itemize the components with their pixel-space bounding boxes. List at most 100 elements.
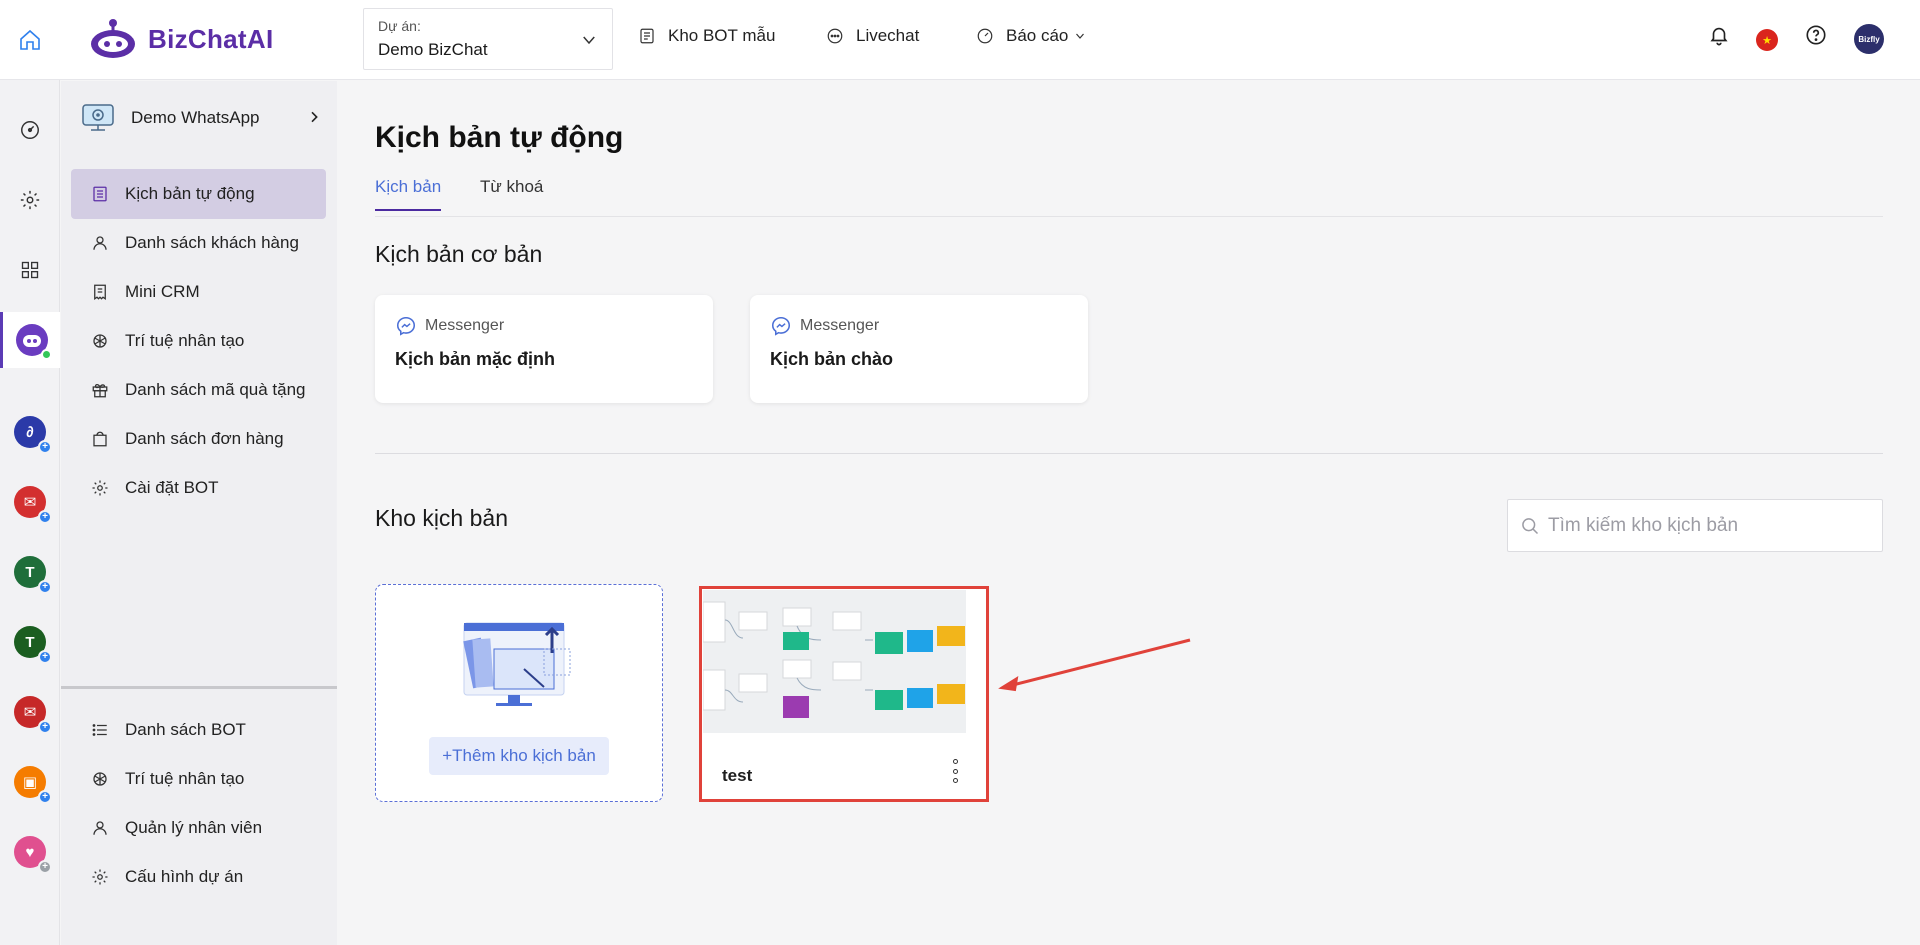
sidebar-item-gift-codes[interactable]: Danh sách mã quà tặng xyxy=(71,365,326,415)
library-script-card[interactable]: test xyxy=(699,586,989,802)
sidebar-item-label: Cài đặt BOT xyxy=(125,478,219,497)
project-selector[interactable]: Dự án: Demo BizChat xyxy=(363,8,613,70)
sidebar-item-label: Danh sách đơn hàng xyxy=(125,429,284,448)
avatar: Bizfly xyxy=(1854,24,1884,54)
language-selector[interactable]: ★ xyxy=(1756,29,1778,51)
home-button[interactable] xyxy=(0,0,60,80)
rail-app-2-button[interactable]: ✉ + xyxy=(0,480,60,524)
mail-app-icon: ✉ + xyxy=(14,696,52,734)
shop-app-icon: ▣ + xyxy=(14,766,52,804)
ai-icon xyxy=(93,772,107,786)
rail-bizchat-button[interactable] xyxy=(0,312,60,368)
messenger-icon xyxy=(771,316,791,336)
sidebar-item-mini-crm[interactable]: Mini CRM xyxy=(71,267,326,317)
nav-livechat[interactable]: Livechat xyxy=(826,26,919,46)
online-status-dot xyxy=(40,349,52,360)
top-header: BizChatAI Dự án: Demo BizChat Kho BOT mẫ… xyxy=(60,0,1920,80)
rail-app-1-button[interactable]: ∂ + xyxy=(0,410,60,454)
library-search[interactable] xyxy=(1507,499,1883,552)
more-options-icon[interactable] xyxy=(949,759,961,783)
rail-app-5-button[interactable]: ✉ + xyxy=(0,690,60,734)
chat-bubble-icon xyxy=(827,28,843,44)
nav-reports[interactable]: Báo cáo xyxy=(976,26,1086,46)
sidebar-item-label: Cấu hình dự án xyxy=(125,867,244,886)
dashboard-icon xyxy=(977,28,993,44)
sidebar-item-label: Kịch bản tự động xyxy=(125,184,255,203)
rail-app-3-button[interactable]: T + xyxy=(0,550,60,594)
sidebar-item-label: Quản lý nhân viên xyxy=(125,818,263,837)
add-badge-icon: + xyxy=(38,440,52,454)
robot-logo-icon xyxy=(91,19,135,58)
sidebar: Demo WhatsApp Kịch bản tự động Danh sách… xyxy=(61,81,337,945)
ai-icon xyxy=(93,334,107,348)
brand-logo[interactable]: BizChatAI xyxy=(88,18,273,60)
add-library-card[interactable]: +Thêm kho kịch bản xyxy=(375,584,663,802)
sidebar-item-orders[interactable]: Danh sách đơn hàng xyxy=(71,414,326,464)
gear-icon xyxy=(20,190,40,210)
sidebar-item-staff[interactable]: Quản lý nhân viên xyxy=(71,803,326,853)
sidebar-item-label: Trí tuệ nhân tạo xyxy=(125,331,245,350)
tab-bar: Kịch bản Từ khoá xyxy=(375,177,1883,217)
rail-app-7-button[interactable]: ♥ + xyxy=(0,830,60,874)
messenger-icon xyxy=(396,316,416,336)
flow-diagram-icon xyxy=(703,590,966,733)
section-divider xyxy=(375,453,1883,454)
search-input[interactable] xyxy=(1548,514,1868,537)
nav-bot-templates-label: Kho BOT mẫu xyxy=(668,26,776,45)
rail-app-4-button[interactable]: T + xyxy=(0,620,60,664)
add-badge-icon: + xyxy=(38,860,52,874)
page-title: Kịch bản tự động xyxy=(375,121,624,154)
basic-script-card[interactable]: Messenger Kịch bản chào xyxy=(750,295,1088,403)
help-button[interactable] xyxy=(1805,24,1827,46)
section-title-library: Kho kịch bản xyxy=(375,505,508,531)
nav-bot-templates[interactable]: Kho BOT mẫu xyxy=(638,26,775,46)
sidebar-item-bot-settings[interactable]: Cài đặt BOT xyxy=(71,463,326,513)
user-icon xyxy=(93,821,107,835)
notifications-button[interactable] xyxy=(1708,24,1730,46)
app-3-icon: T + xyxy=(14,556,52,594)
vietnam-flag-icon: ★ xyxy=(1756,29,1778,51)
sidebar-item-label: Trí tuệ nhân tạo xyxy=(125,769,245,788)
section-title-basic: Kịch bản cơ bản xyxy=(375,241,543,267)
gear-icon xyxy=(92,480,108,496)
sidebar-item-label: Danh sách khách hàng xyxy=(125,233,299,252)
add-library-button[interactable]: +Thêm kho kịch bản xyxy=(429,737,609,775)
library-card-name: test xyxy=(722,766,753,785)
sidebar-item-label: Mini CRM xyxy=(125,282,200,301)
main-content: Kịch bản tự động Kịch bản Từ khoá Kịch b… xyxy=(337,81,1920,945)
add-badge-icon: + xyxy=(38,510,52,524)
bot-name: Demo WhatsApp xyxy=(131,108,260,127)
sidebar-divider xyxy=(61,686,337,689)
app-4-icon: T + xyxy=(14,626,52,664)
rail-apps-button[interactable] xyxy=(0,248,60,292)
gear-icon xyxy=(92,869,108,885)
chevron-down-icon xyxy=(1076,33,1085,39)
project-label: Dự án: xyxy=(378,18,421,34)
rail-app-6-button[interactable]: ▣ + xyxy=(0,760,60,804)
bot-monitor-icon xyxy=(82,104,114,131)
user-avatar[interactable]: Bizfly xyxy=(1854,24,1884,54)
bell-icon xyxy=(1710,27,1728,46)
bot-selector[interactable]: Demo WhatsApp xyxy=(81,99,326,137)
app-1-icon: ∂ + xyxy=(14,416,52,454)
add-badge-icon: + xyxy=(38,720,52,734)
sidebar-item-auto-scripts[interactable]: Kịch bản tự động xyxy=(71,169,326,219)
rail-settings-button[interactable] xyxy=(0,178,60,222)
chevron-right-icon xyxy=(311,111,318,123)
bot-template-icon xyxy=(640,28,654,44)
tab-scripts[interactable]: Kịch bản xyxy=(375,177,442,211)
nav-livechat-label: Livechat xyxy=(856,26,920,45)
sidebar-item-ai[interactable]: Trí tuệ nhân tạo xyxy=(71,316,326,366)
rail-dashboard-button[interactable] xyxy=(0,108,60,152)
sidebar-item-ai-project[interactable]: Trí tuệ nhân tạo xyxy=(71,754,326,804)
sidebar-item-label: Danh sách BOT xyxy=(125,720,246,739)
sidebar-item-customers[interactable]: Danh sách khách hàng xyxy=(71,218,326,268)
sidebar-item-bot-list[interactable]: Danh sách BOT xyxy=(71,705,326,755)
card-name: Kịch bản mặc định xyxy=(395,349,556,369)
bizchat-app-icon xyxy=(15,324,52,360)
add-badge-icon: + xyxy=(38,580,52,594)
basic-script-card[interactable]: Messenger Kịch bản mặc định xyxy=(375,295,713,403)
sidebar-item-project-config[interactable]: Cấu hình dự án xyxy=(71,852,326,902)
mail-app-icon: ✉ + xyxy=(14,486,52,524)
tab-keywords[interactable]: Từ khoá xyxy=(480,177,543,209)
